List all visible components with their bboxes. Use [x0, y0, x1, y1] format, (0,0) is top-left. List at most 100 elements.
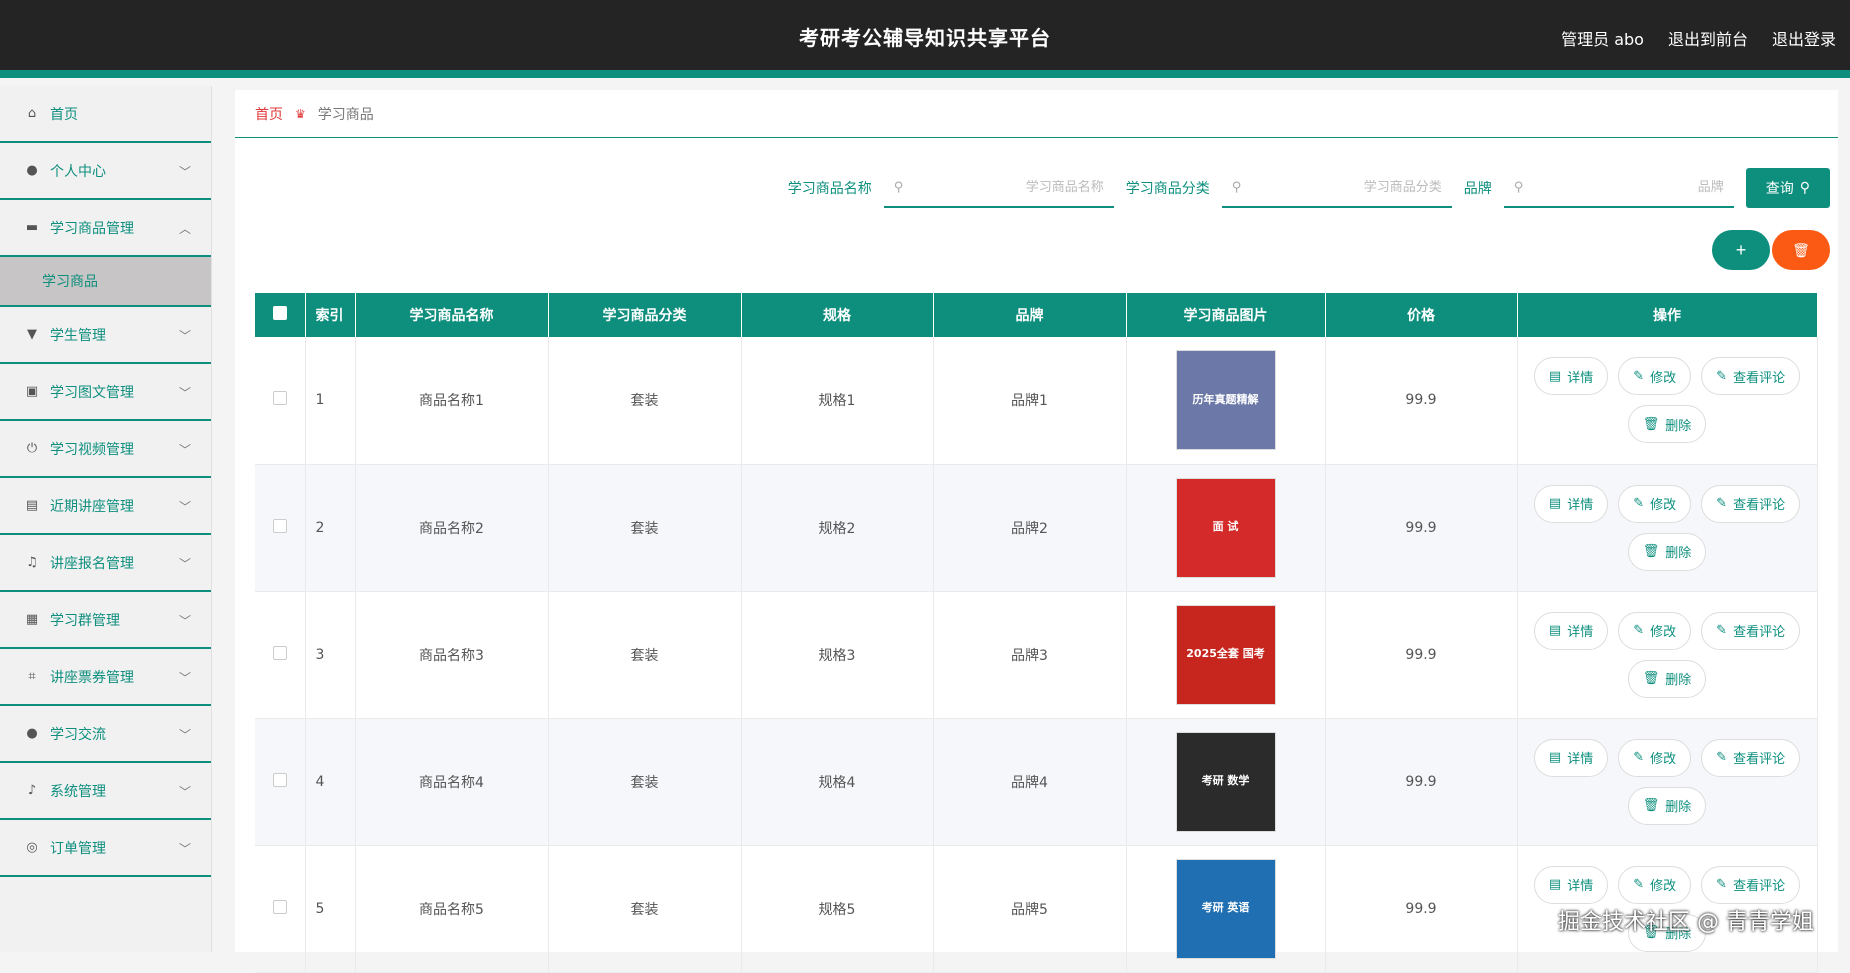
- sidebar: ⌂ 首页 ● 个人中心 ﹀ ▬ 学习商品管理 ︿ 学习商品 ▼ 学生管理 ﹀ ▣ 学习图文管理 ﹀ ⏻ 学习视频…: [0, 86, 212, 952]
- product-image[interactable]: 考研 数学: [1175, 731, 1276, 832]
- search-icon: ⚲: [1513, 179, 1524, 195]
- category-search-input[interactable]: [1249, 179, 1442, 195]
- sidebar-item[interactable]: ♪ 系统管理 ﹀: [0, 763, 211, 820]
- chevron-down-icon: ﹀: [178, 443, 191, 457]
- header-actions: 操作: [1517, 293, 1818, 337]
- view-comments-button[interactable]: ✎ 查看评论: [1701, 738, 1801, 777]
- row-checkbox[interactable]: [272, 518, 287, 533]
- header-spec: 规格: [741, 293, 934, 337]
- name-search-input[interactable]: [911, 179, 1104, 195]
- header-price: 价格: [1325, 293, 1518, 337]
- sidebar-item[interactable]: ♫ 讲座报名管理 ﹀: [0, 535, 211, 592]
- sidebar-item[interactable]: ▤ 近期讲座管理 ﹀: [0, 478, 211, 535]
- product-image[interactable]: 考研 英语: [1175, 858, 1276, 959]
- sidebar-item[interactable]: ◎ 订单管理 ﹀: [0, 820, 211, 877]
- sidebar-item[interactable]: ● 个人中心 ﹀: [0, 143, 211, 200]
- delete-button[interactable]: 🗑 删除: [1627, 659, 1707, 698]
- pencil-icon: ✎: [1716, 368, 1728, 384]
- search-icon: ⚲: [893, 179, 904, 195]
- sidebar-item[interactable]: ▣ 学习图文管理 ﹀: [0, 364, 211, 421]
- logout-link[interactable]: 退出登录: [1772, 26, 1836, 50]
- edit-label: 修改: [1650, 752, 1677, 767]
- edit-button[interactable]: ✎ 修改: [1618, 611, 1692, 650]
- category-search-field: ⚲: [1221, 168, 1452, 208]
- product-image[interactable]: 历年真题精解: [1175, 350, 1276, 451]
- query-button[interactable]: 查询 ⚲: [1745, 168, 1830, 208]
- sidebar-item[interactable]: ▼ 学生管理 ﹀: [0, 307, 211, 364]
- cell-index: 1: [305, 337, 356, 465]
- sidebar-item[interactable]: ● 学习交流 ﹀: [0, 706, 211, 763]
- chevron-down-icon: ﹀: [178, 329, 191, 343]
- product-image[interactable]: 面 试: [1175, 477, 1276, 578]
- chevron-down-icon: ﹀: [178, 785, 191, 799]
- detail-label: 详情: [1567, 752, 1594, 767]
- front-page-link[interactable]: 退出到前台: [1668, 26, 1748, 50]
- delete-button[interactable]: 🗑 删除: [1627, 786, 1707, 825]
- row-checkbox[interactable]: [272, 645, 287, 660]
- submenu-item-products[interactable]: 学习商品: [0, 257, 211, 307]
- select-all-cell: [255, 293, 306, 337]
- detail-button[interactable]: ▤ 详情: [1533, 738, 1609, 777]
- sidebar-item-label: 讲座票券管理: [50, 669, 134, 686]
- brand-search-input[interactable]: [1531, 179, 1724, 195]
- action-row: + 🗑: [1712, 230, 1830, 270]
- detail-label: 详情: [1567, 625, 1594, 640]
- trash-icon: 🗑: [1642, 671, 1660, 686]
- person-icon: ●: [26, 726, 38, 741]
- delete-button[interactable]: 🗑 删除: [1627, 532, 1707, 571]
- cell-image: 2025全套 国考: [1126, 591, 1326, 719]
- admin-user-label[interactable]: 管理员 abo: [1561, 26, 1644, 50]
- detail-label: 详情: [1567, 879, 1594, 894]
- pencil-icon: ✎: [1716, 877, 1728, 892]
- view-comments-button[interactable]: ✎ 查看评论: [1701, 865, 1801, 904]
- add-button[interactable]: +: [1712, 230, 1770, 270]
- detail-button[interactable]: ▤ 详情: [1533, 865, 1609, 904]
- pencil-icon: ✎: [1633, 368, 1645, 384]
- cell-spec: 规格1: [741, 337, 934, 465]
- delete-button[interactable]: 🗑 删除: [1627, 405, 1707, 444]
- document-icon: ▤: [1548, 623, 1562, 638]
- view-comments-button[interactable]: ✎ 查看评论: [1701, 357, 1801, 396]
- comments-label: 查看评论: [1733, 752, 1786, 767]
- edit-button[interactable]: ✎ 修改: [1618, 357, 1692, 396]
- select-all-checkbox[interactable]: [272, 306, 287, 320]
- cell-name: 商品名称3: [355, 591, 549, 719]
- product-image[interactable]: 2025全套 国考: [1175, 604, 1276, 705]
- cell-price: 99.9: [1325, 591, 1518, 719]
- edit-button[interactable]: ✎ 修改: [1618, 738, 1692, 777]
- row-checkbox[interactable]: [272, 772, 287, 787]
- pencil-icon: ✎: [1633, 623, 1645, 638]
- breadcrumb-home[interactable]: 首页: [255, 104, 283, 124]
- main-content: 首页 ♛ 学习商品 学习商品名称 ⚲ 学习商品分类 ⚲ 品牌 ⚲ 查询 ⚲ + …: [235, 90, 1838, 973]
- sidebar-item-label: 学习交流: [50, 726, 106, 743]
- comments-label: 查看评论: [1733, 625, 1786, 640]
- name-search-field: ⚲: [883, 168, 1114, 208]
- sidebar-item[interactable]: ⏻ 学习视频管理 ﹀: [0, 421, 211, 478]
- pencil-icon: ✎: [1716, 623, 1728, 638]
- sidebar-item[interactable]: ▬ 学习商品管理 ︿: [0, 200, 211, 257]
- edit-button[interactable]: ✎ 修改: [1618, 484, 1692, 523]
- document-icon: ▤: [1548, 368, 1562, 384]
- edit-label: 修改: [1650, 370, 1677, 386]
- view-comments-button[interactable]: ✎ 查看评论: [1701, 484, 1801, 523]
- clipboard-icon: ▣: [25, 384, 39, 399]
- edit-label: 修改: [1650, 879, 1677, 894]
- header-category: 学习商品分类: [548, 293, 742, 337]
- cell-actions: ▤ 详情 ✎ 修改 ✎ 查看评论 🗑 删除: [1517, 464, 1818, 592]
- row-checkbox[interactable]: [272, 899, 287, 914]
- batch-delete-button[interactable]: 🗑: [1772, 230, 1830, 270]
- view-comments-button[interactable]: ✎ 查看评论: [1701, 611, 1801, 650]
- cell-name: 商品名称2: [355, 464, 549, 592]
- cell-spec: 规格3: [741, 591, 934, 719]
- cell-image: 面 试: [1126, 464, 1326, 592]
- top-header: 考研考公辅导知识共享平台 管理员 abo 退出到前台 退出登录: [0, 0, 1850, 78]
- detail-button[interactable]: ▤ 详情: [1533, 357, 1609, 396]
- document-icon: ▤: [1548, 496, 1562, 511]
- row-checkbox[interactable]: [272, 391, 287, 406]
- sidebar-item[interactable]: ⌗ 讲座票券管理 ﹀: [0, 649, 211, 706]
- sidebar-item[interactable]: ▦ 学习群管理 ﹀: [0, 592, 211, 649]
- edit-button[interactable]: ✎ 修改: [1618, 865, 1692, 904]
- sidebar-item[interactable]: ⌂ 首页: [0, 86, 211, 143]
- detail-button[interactable]: ▤ 详情: [1533, 611, 1609, 650]
- detail-button[interactable]: ▤ 详情: [1533, 484, 1609, 523]
